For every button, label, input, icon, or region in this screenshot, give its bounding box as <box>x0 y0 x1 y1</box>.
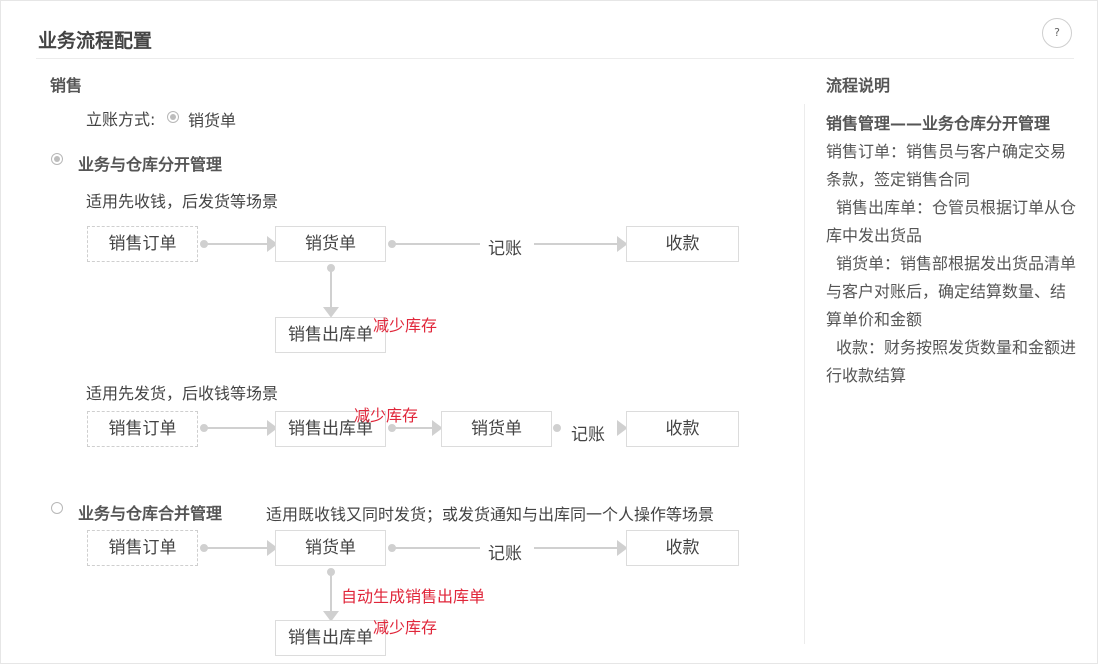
flow2-order-box: 销售订单 <box>87 411 198 447</box>
flow1-delivery-note-box: 销货单 <box>275 226 386 262</box>
explain-item-receipt: 收款：财务按照发货数量和金额进行收款结算 <box>826 338 1077 385</box>
flow1-reduce-stock: 减少库存 <box>373 316 438 335</box>
flow3-receipt-box: 收款 <box>626 530 739 566</box>
flow3-outbound-box: 销售出库单 <box>275 620 386 656</box>
flow3-reduce-stock: 减少库存 <box>373 618 438 637</box>
flow2-delivery-note-box: 销货单 <box>441 411 552 447</box>
flow3-delivery-note-box: 销货单 <box>275 530 386 566</box>
explain-item-order: 销售订单：销售员与客户确定交易条款，签定销售合同 <box>826 142 1067 189</box>
scenario2-desc: 适用先发货，后收钱等场景 <box>86 384 279 403</box>
flow2-reduce-stock: 减少库存 <box>354 406 419 425</box>
flow1-bookkeeping: 记账 <box>488 239 522 259</box>
flow3-order-box: 销售订单 <box>87 530 198 566</box>
flow2-bookkeeping: 记账 <box>571 425 605 445</box>
explain-item-delivery-note: 销货单：销售部根据发出货品清单与客户对账后，确定结算数量、结算单价和金额 <box>826 254 1077 329</box>
flow3-bookkeeping: 记账 <box>488 544 522 564</box>
explain-item-outbound: 销售出库单：仓管员根据订单从仓库中发出货品 <box>826 198 1077 245</box>
merged-management-label[interactable]: 业务与仓库合并管理 <box>78 500 222 524</box>
flow1-order-box: 销售订单 <box>87 226 198 262</box>
flow1-outbound-box: 销售出库单 <box>275 317 386 353</box>
explain-heading: 销售管理——业务仓库分开管理 <box>826 114 1051 133</box>
explain-content: 销售管理——业务仓库分开管理 销售订单：销售员与客户确定交易条款，签定销售合同 … <box>826 110 1076 390</box>
flow1-receipt-box: 收款 <box>626 226 739 262</box>
explain-title: 流程说明 <box>826 76 891 95</box>
merged-management-radio[interactable] <box>51 502 63 514</box>
merged-management-desc: 适用既收钱又同时发货；或发货通知与出库同一个人操作等场景 <box>266 505 715 524</box>
flow2-receipt-box: 收款 <box>626 411 739 447</box>
flow3-auto-generate: 自动生成销售出库单 <box>341 587 486 606</box>
